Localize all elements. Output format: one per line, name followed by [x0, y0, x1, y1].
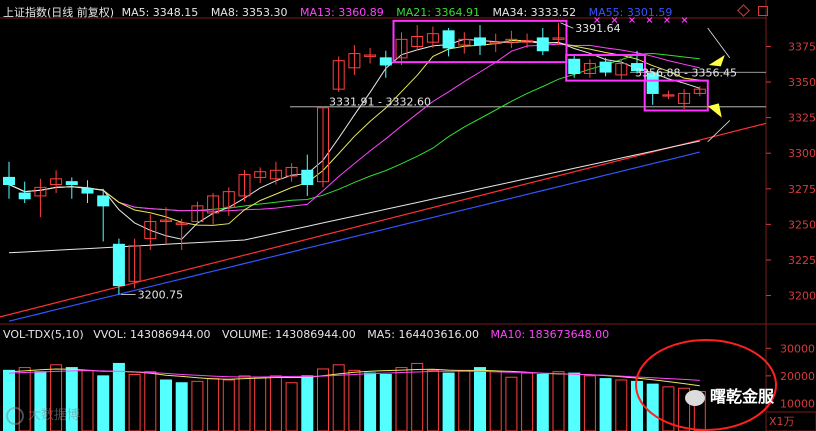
high-price-label: 3391.64 — [575, 22, 621, 35]
volume-bar-up — [222, 379, 235, 431]
volume-bar-up — [458, 369, 471, 431]
volume-bar-up — [144, 371, 157, 431]
right-watermark: 曙乾金服 — [685, 383, 774, 407]
volume-bar-up — [489, 371, 502, 431]
arrow-up-head — [708, 55, 725, 67]
candle-down — [599, 61, 612, 73]
ma34-legend: MA34: 3333.52 — [492, 6, 577, 19]
volume-bar-up — [552, 371, 565, 431]
watermark-logo-icon — [6, 406, 24, 425]
price-tick-label: 3325 — [788, 112, 816, 125]
candle-down — [301, 169, 314, 186]
volume-bar-up — [207, 378, 220, 431]
candle-down — [65, 181, 78, 186]
volume-bar-down — [175, 382, 188, 431]
ma8-legend: MA8: 3353.30 — [210, 6, 288, 19]
volume-bar-down — [160, 379, 172, 431]
candle-down — [81, 188, 94, 194]
price-tick-label: 3350 — [788, 76, 816, 89]
volume-legend: VOL-TDX(5,10) VVOL: 143086944.00 VOLUME:… — [3, 328, 609, 341]
price-tick-label: 3225 — [788, 254, 816, 267]
volume-bar-up — [285, 382, 298, 431]
left-watermark: 大数据博 — [6, 404, 80, 425]
vol-ma10-legend: MA10: 183673648.00 — [490, 328, 610, 341]
volume-bar-up — [128, 373, 141, 431]
right-price-label: 3356.88 - 3356.45 — [635, 66, 737, 79]
volume-bar-up — [426, 369, 439, 431]
volume-bar-up — [81, 369, 94, 431]
vol-ma5-legend: MA5: 164403616.00 — [367, 328, 479, 341]
volume-bar-up — [269, 375, 282, 431]
volume-bar-up — [238, 375, 251, 431]
watermark-left-text: 大数据博 — [28, 408, 81, 423]
volume-bar-up — [191, 380, 204, 431]
stock-chart: 3200 3225 3250 3275 3300 3325 3350 3375 10000 200… — [0, 0, 816, 431]
low-price-label: 3200.75 — [138, 288, 184, 301]
mid-price-label: 3331.91 - 3332.60 — [329, 96, 431, 109]
volume-bar-down — [364, 372, 377, 431]
candle-down — [474, 37, 486, 46]
price-tick-label: 3275 — [788, 183, 816, 196]
ma21-legend: MA21: 3364.91 — [396, 6, 480, 19]
volume-bar-up — [521, 372, 534, 431]
arrow-down-head — [707, 103, 722, 118]
candle-down — [3, 176, 15, 186]
volume-tick-label: 30000 — [780, 342, 815, 355]
candle-down — [442, 30, 455, 49]
volume-bar-down — [301, 375, 314, 431]
vol-indicator-label: VOL-TDX(5,10) — [3, 328, 84, 341]
volume-bar-down — [599, 378, 612, 431]
volume-bar-down — [568, 372, 581, 431]
volume-bar-down — [646, 383, 659, 431]
volume-bar-down — [474, 367, 486, 431]
price-tick-label: 3375 — [788, 40, 816, 53]
volume-bar-up — [411, 362, 424, 431]
volume-bar-up — [348, 369, 361, 431]
candle-down — [97, 195, 110, 207]
candle-down — [18, 192, 31, 200]
volume-tick-label: 20000 — [780, 370, 815, 383]
ma21-line — [8, 52, 700, 212]
volume-bar-down — [442, 372, 455, 431]
price-tick-label: 3200 — [788, 290, 816, 303]
volume-bar-up — [615, 379, 628, 431]
price-tick-label: 3250 — [788, 218, 816, 231]
volume-bar-up — [317, 368, 329, 431]
volume-bar-up — [254, 376, 267, 431]
candle-down — [112, 243, 125, 287]
index-title: 上证指数(日线 前复权) — [3, 6, 115, 19]
volume-bar-down — [112, 362, 125, 431]
price-tick-label: 3300 — [788, 147, 816, 160]
ma13-legend: MA13: 3360.89 — [300, 6, 384, 19]
vvol-legend: VVOL: 143086944.00 — [93, 328, 211, 341]
watermark-right-text: 曙乾金服 — [710, 387, 775, 406]
converge-line-lower — [707, 120, 731, 143]
square-icon[interactable] — [758, 6, 768, 16]
wechat-icon — [685, 389, 705, 406]
volume-legend-value: VOLUME: 143086944.00 — [222, 328, 356, 341]
volume-bar-up — [583, 375, 596, 431]
candle-down — [568, 58, 581, 75]
ma55-line — [8, 151, 700, 322]
volume-bar-down — [536, 373, 549, 431]
ma5-legend: MA5: 3348.15 — [121, 6, 199, 19]
volume-bar-down — [97, 375, 110, 431]
converge-line-upper — [707, 27, 731, 59]
price-legend: 上证指数(日线 前复权) MA5: 3348.15 MA8: 3353.30 M… — [3, 4, 672, 20]
volume-tick-label: 10000 — [780, 397, 815, 410]
candle-down — [536, 37, 549, 52]
volume-bar-up — [395, 367, 408, 431]
volume-unit-label: X1万 — [769, 415, 795, 428]
ma55-legend: MA55: 3301.59 — [588, 6, 673, 19]
volume-bar-up — [505, 376, 518, 431]
candle-down — [379, 57, 392, 66]
red-trend-line — [0, 122, 767, 318]
volume-bar-down — [379, 373, 392, 431]
